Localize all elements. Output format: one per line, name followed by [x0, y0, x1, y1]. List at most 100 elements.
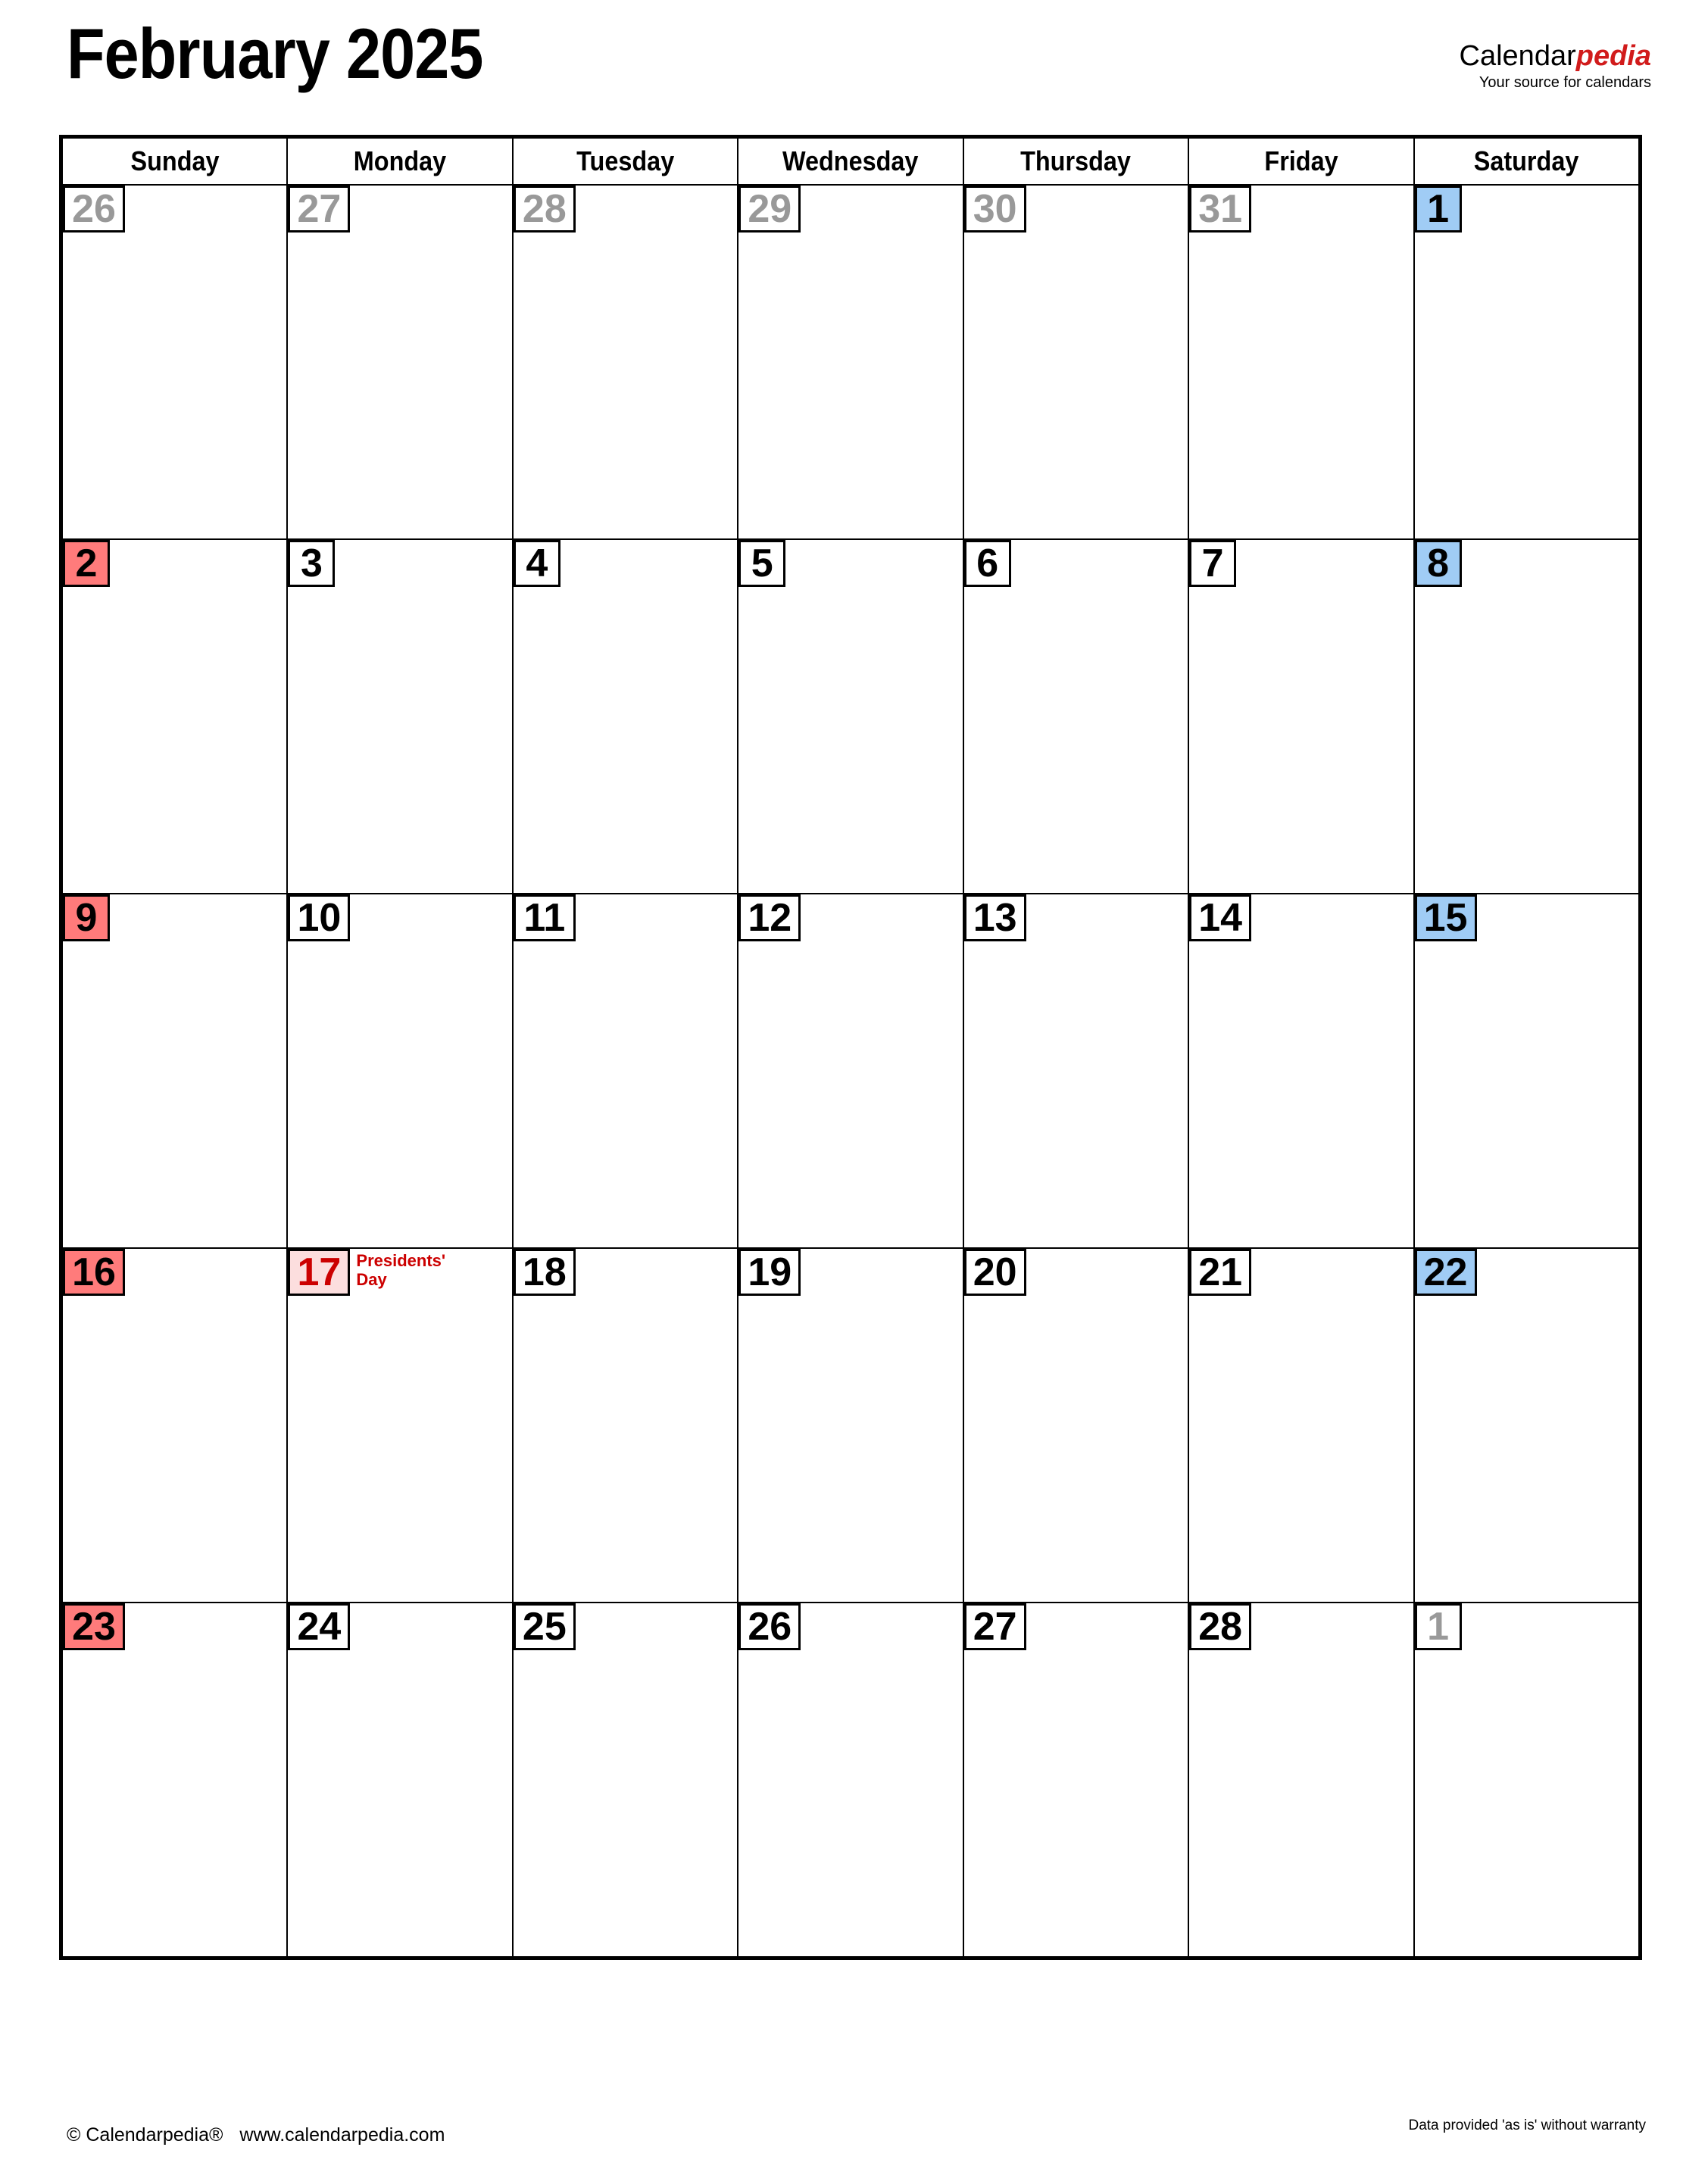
day-number: 24 [288, 1603, 351, 1650]
day-number: 9 [63, 894, 110, 941]
day-number: 23 [63, 1603, 125, 1650]
calendar-day-cell[interactable]: 6 [962, 538, 1190, 894]
day-cell-content: 11 [513, 894, 737, 941]
calendar-body: 26 27 28 29 30 31 1 2 3 4 5 6 7 8 9 10 11 12 13 14 15 16 17 Pre… [61, 184, 1641, 1958]
calendar-day-cell[interactable]: 10 [286, 893, 514, 1249]
day-cell-content: 17 Presidents' Day [288, 1249, 511, 1296]
calendar-day-cell[interactable]: 12 [737, 893, 964, 1249]
day-number: 26 [738, 1603, 801, 1650]
page-title: February 2025 [67, 14, 483, 93]
website-link[interactable]: www.calendarpedia.com [239, 2124, 445, 2146]
day-cell-content: 9 [63, 894, 286, 941]
day-number: 17 [288, 1249, 351, 1296]
day-number: 19 [738, 1249, 801, 1296]
brand-primary-text: Calendar [1459, 40, 1576, 72]
calendar-day-cell[interactable]: 22 [1413, 1247, 1641, 1603]
calendar-day-cell[interactable]: 24 [286, 1602, 514, 1958]
calendar-day-cell[interactable]: 29 [737, 184, 964, 540]
day-number: 29 [738, 186, 801, 233]
day-cell-content: 23 [63, 1603, 286, 1650]
weekday-header-saturday: Saturday [1413, 137, 1641, 186]
calendar-day-cell[interactable]: 14 [1188, 893, 1415, 1249]
calendar-day-cell[interactable]: 28 [511, 184, 739, 540]
day-cell-content: 1 [1414, 186, 1638, 233]
day-number: 25 [513, 1603, 576, 1650]
copyright-text: © Calendarpedia® [67, 2124, 223, 2146]
day-number: 21 [1189, 1249, 1252, 1296]
weekday-header-label: Thursday [1020, 145, 1132, 176]
calendar-table: Sunday Monday Tuesday Wednesday Thursday Frid… [61, 137, 1641, 1958]
calendar-day-cell[interactable]: 13 [962, 893, 1190, 1249]
day-cell-content: 14 [1189, 894, 1413, 941]
day-number: 15 [1414, 894, 1477, 941]
calendar-day-cell[interactable]: 1 [1413, 184, 1641, 540]
day-number: 8 [1414, 540, 1462, 587]
day-number: 1 [1414, 186, 1462, 233]
day-number: 28 [1189, 1603, 1252, 1650]
calendar-day-cell[interactable]: 17 Presidents' Day [286, 1247, 514, 1603]
day-cell-content: 26 [63, 186, 286, 233]
brand-accent-text: pedia [1575, 40, 1651, 72]
calendar-day-cell[interactable]: 19 [737, 1247, 964, 1603]
day-cell-content: 24 [288, 1603, 511, 1650]
day-cell-content: 5 [738, 540, 962, 587]
calendar-day-cell[interactable]: 1 [1413, 1602, 1641, 1958]
calendar-week-row: 16 17 Presidents' Day 18 19 20 21 22 [61, 1247, 1641, 1603]
calendar-day-cell[interactable]: 2 [61, 538, 289, 894]
calendar-day-cell[interactable]: 25 [511, 1602, 739, 1958]
day-number: 2 [63, 540, 110, 587]
weekday-header-row: Sunday Monday Tuesday Wednesday Thursday Frid… [61, 137, 1641, 186]
weekday-header-thursday: Thursday [962, 137, 1190, 186]
calendar-day-cell[interactable]: 15 [1413, 893, 1641, 1249]
footer-disclaimer: Data provided 'as is' without warranty [1408, 2118, 1646, 2133]
day-number: 28 [513, 186, 576, 233]
calendar-day-cell[interactable]: 31 [1188, 184, 1415, 540]
day-cell-content: 21 [1189, 1249, 1413, 1296]
day-cell-content: 27 [288, 186, 511, 233]
calendar-day-cell[interactable]: 5 [737, 538, 964, 894]
brand-tagline: Your source for calendars [1478, 74, 1651, 91]
day-number: 6 [963, 540, 1011, 587]
day-cell-content: 15 [1414, 894, 1638, 941]
day-cell-content: 18 [513, 1249, 737, 1296]
calendar-day-cell[interactable]: 27 [286, 184, 514, 540]
calendar-day-cell[interactable]: 26 [61, 184, 289, 540]
day-cell-content: 20 [963, 1249, 1188, 1296]
calendar-day-cell[interactable]: 3 [286, 538, 514, 894]
calendar-day-cell[interactable]: 8 [1413, 538, 1641, 894]
brand-name: Calendarpedia [1460, 42, 1651, 70]
calendar-day-cell[interactable]: 30 [962, 184, 1190, 540]
day-cell-content: 2 [63, 540, 286, 587]
weekday-header-label: Monday [353, 145, 447, 176]
day-cell-content: 22 [1414, 1249, 1638, 1296]
calendar-day-cell[interactable]: 27 [962, 1602, 1190, 1958]
day-number: 18 [513, 1249, 576, 1296]
calendar-day-cell[interactable]: 16 [61, 1247, 289, 1603]
weekday-header-label: Saturday [1473, 145, 1579, 176]
calendar-week-row: 23 24 25 26 27 28 1 [61, 1602, 1641, 1958]
day-number: 16 [63, 1249, 125, 1296]
calendar-day-cell[interactable]: 9 [61, 893, 289, 1249]
calendar-day-cell[interactable]: 7 [1188, 538, 1415, 894]
day-cell-content: 30 [963, 186, 1188, 233]
calendarpedia-logo: Calendarpedia Your source for calendars [1460, 42, 1651, 90]
day-cell-content: 28 [513, 186, 737, 233]
calendar-day-cell[interactable]: 11 [511, 893, 739, 1249]
weekday-header-friday: Friday [1188, 137, 1415, 186]
calendar-day-cell[interactable]: 23 [61, 1602, 289, 1958]
calendar-day-cell[interactable]: 4 [511, 538, 739, 894]
calendar-day-cell[interactable]: 20 [962, 1247, 1190, 1603]
calendar-day-cell[interactable]: 18 [511, 1247, 739, 1603]
day-number: 10 [288, 894, 351, 941]
calendar-day-cell[interactable]: 26 [737, 1602, 964, 1958]
calendar-week-row: 9 10 11 12 13 14 15 [61, 893, 1641, 1249]
weekday-header-sunday: Sunday [61, 137, 289, 186]
day-number: 14 [1189, 894, 1252, 941]
day-cell-content: 16 [63, 1249, 286, 1296]
day-cell-content: 7 [1189, 540, 1413, 587]
calendar-day-cell[interactable]: 28 [1188, 1602, 1415, 1958]
weekday-header-monday: Monday [286, 137, 514, 186]
calendar-day-cell[interactable]: 21 [1188, 1247, 1415, 1603]
day-cell-content: 29 [738, 186, 962, 233]
calendar-grid: Sunday Monday Tuesday Wednesday Thursday Frid… [59, 135, 1642, 1960]
